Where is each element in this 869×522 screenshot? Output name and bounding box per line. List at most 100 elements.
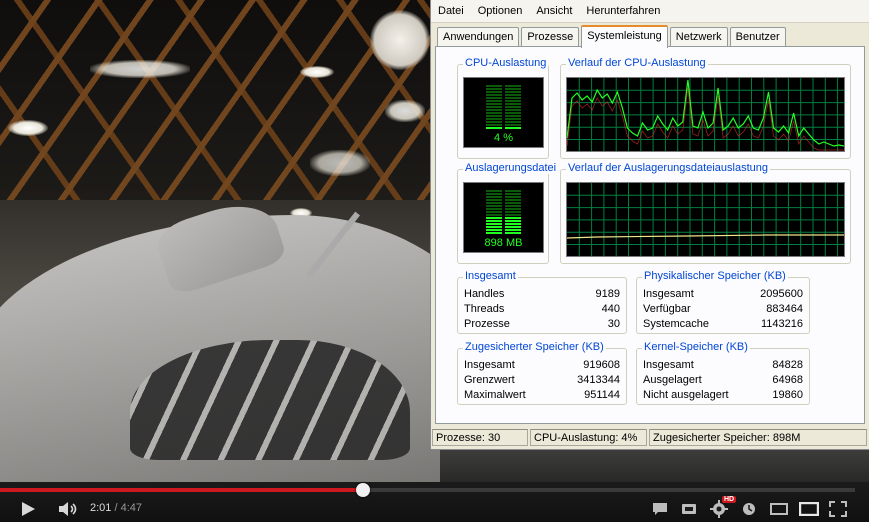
meter-segment [505, 103, 521, 105]
stat-value: 19860 [772, 389, 803, 401]
meter-segment [505, 199, 521, 201]
menu-herunterfahren[interactable]: Herunterfahren [579, 5, 667, 17]
tab-prozesse[interactable]: Prozesse [521, 27, 580, 47]
clock-icon[interactable] [742, 502, 756, 516]
stat-label: Verfügbar [643, 303, 691, 315]
meter-segment [486, 115, 502, 117]
meter-segment [486, 112, 502, 114]
commit-charge-title: Zugesicherter Speicher (KB) [463, 341, 606, 353]
large-player-icon[interactable] [799, 502, 819, 516]
meter-segment-lit [486, 127, 502, 129]
pagefile-history-graph [566, 182, 845, 257]
pagefile-history-title: Verlauf der Auslagerungsdateiauslastung [566, 162, 770, 174]
status-commit: Zugesicherter Speicher: 898M [649, 429, 867, 446]
kernel-memory-group: Kernel-Speicher (KB) Insgesamt 84828 Ausg… [636, 341, 810, 405]
captions-icon[interactable] [652, 502, 668, 516]
tab-anwendungen[interactable]: Anwendungen [437, 27, 520, 47]
progress-played [0, 488, 364, 492]
meter-segment [505, 97, 521, 99]
meter-segment [505, 85, 521, 87]
commit-charge-table: Insgesamt 919608 Grenzwert 3413344 Maximal… [458, 358, 626, 403]
stat-label: Systemcache [643, 318, 710, 330]
meter-segment [486, 91, 502, 93]
stat-row-kernel-nonpaged: Nicht ausgelagert 19860 [637, 388, 809, 403]
stat-label: Threads [464, 303, 505, 315]
meter-segment [505, 196, 521, 198]
menu-bar: Datei Optionen Ansicht Herunterfahren [431, 0, 869, 23]
meter-segment [486, 100, 502, 102]
pagefile-title: Auslagerungsdatei [463, 162, 559, 174]
meter-segment-lit [505, 229, 521, 231]
meter-segment [505, 115, 521, 117]
stat-label: Nicht ausgelagert [643, 389, 729, 401]
progress-bar[interactable] [0, 483, 855, 497]
ceiling-light [8, 120, 48, 136]
stat-row-commit-total: Insgesamt 919608 [458, 358, 626, 373]
meter-segment [486, 196, 502, 198]
meter-segment [505, 100, 521, 102]
stat-row-commit-limit: Grenzwert 3413344 [458, 373, 626, 388]
totals-title: Insgesamt [463, 270, 518, 282]
stat-value: 440 [601, 303, 620, 315]
stat-value: 1143216 [760, 318, 803, 330]
meter-segment [486, 88, 502, 90]
meter-segment [486, 85, 502, 87]
meter-segment-lit [505, 127, 521, 129]
pagefile-group: Auslagerungsdatei 898 MB [457, 162, 559, 264]
meter-segment-lit [486, 223, 502, 225]
status-processes: Prozesse: 30 [432, 429, 528, 446]
tab-netzwerk[interactable]: Netzwerk [669, 27, 728, 47]
meter-segment [486, 106, 502, 108]
cpu-usage-meter: 4 % [463, 77, 544, 148]
meter-segment-lit [505, 226, 521, 228]
meter-segment [505, 190, 521, 192]
stat-value: 919608 [583, 359, 620, 371]
stat-value: 3413344 [577, 374, 620, 386]
stat-label: Ausgelagert [643, 374, 702, 386]
small-player-icon[interactable] [770, 503, 788, 515]
ceiling-light [90, 60, 190, 78]
progress-scrubber[interactable] [356, 483, 371, 497]
stat-row-threads: Threads 440 [458, 302, 626, 317]
cpu-history-title: Verlauf der CPU-Auslastung [566, 57, 708, 69]
watch-later-icon[interactable] [681, 503, 697, 515]
stat-value: 64968 [772, 374, 803, 386]
meter-segment [505, 91, 521, 93]
volume-icon[interactable] [58, 501, 80, 517]
totals-group: Insgesamt Handles 9189 Threads 440 Prozess… [457, 270, 627, 334]
stat-value: 883464 [766, 303, 803, 315]
meter-segment [505, 208, 521, 210]
current-time: 2:01 [90, 502, 112, 514]
meter-segment-lit [505, 217, 521, 219]
cpu-history-group: Verlauf der CPU-Auslastung [560, 57, 851, 159]
tab-benutzer[interactable]: Benutzer [729, 27, 786, 47]
kernel-memory-title: Kernel-Speicher (KB) [642, 341, 750, 353]
fullscreen-icon[interactable] [829, 501, 847, 517]
pagefile-history-chart [567, 183, 844, 256]
performance-panel: CPU-Auslastung 4 % Verlauf der CPU-Ausla… [435, 46, 865, 424]
meter-segment [486, 103, 502, 105]
tab-systemleistung[interactable]: Systemleistung [581, 25, 668, 48]
menu-datei[interactable]: Datei [431, 5, 471, 17]
physical-memory-title: Physikalischer Speicher (KB) [642, 270, 788, 282]
time-display: 2:01 / 4:47 [90, 502, 142, 514]
stat-value: 84828 [772, 359, 803, 371]
stat-row-kernel-total: Insgesamt 84828 [637, 358, 809, 373]
meter-segment [486, 121, 502, 123]
tab-strip: Anwendungen Prozesse Systemleistung Netz… [437, 25, 788, 48]
stat-row-phys-total: Insgesamt 2095600 [637, 287, 809, 302]
menu-optionen[interactable]: Optionen [471, 5, 530, 17]
meter-segment [486, 94, 502, 96]
stat-label: Grenzwert [464, 374, 515, 386]
meter-segment [505, 109, 521, 111]
menu-ansicht[interactable]: Ansicht [529, 5, 579, 17]
meter-segment [486, 118, 502, 120]
meter-segment [505, 211, 521, 213]
time-separator: / [111, 502, 121, 514]
meter-segment-lit [505, 220, 521, 222]
stat-row-processes: Prozesse 30 [458, 317, 626, 332]
pagefile-value: 898 MB [484, 237, 523, 249]
play-icon[interactable] [20, 501, 36, 517]
meter-segment [505, 205, 521, 207]
stat-row-handles: Handles 9189 [458, 287, 626, 302]
